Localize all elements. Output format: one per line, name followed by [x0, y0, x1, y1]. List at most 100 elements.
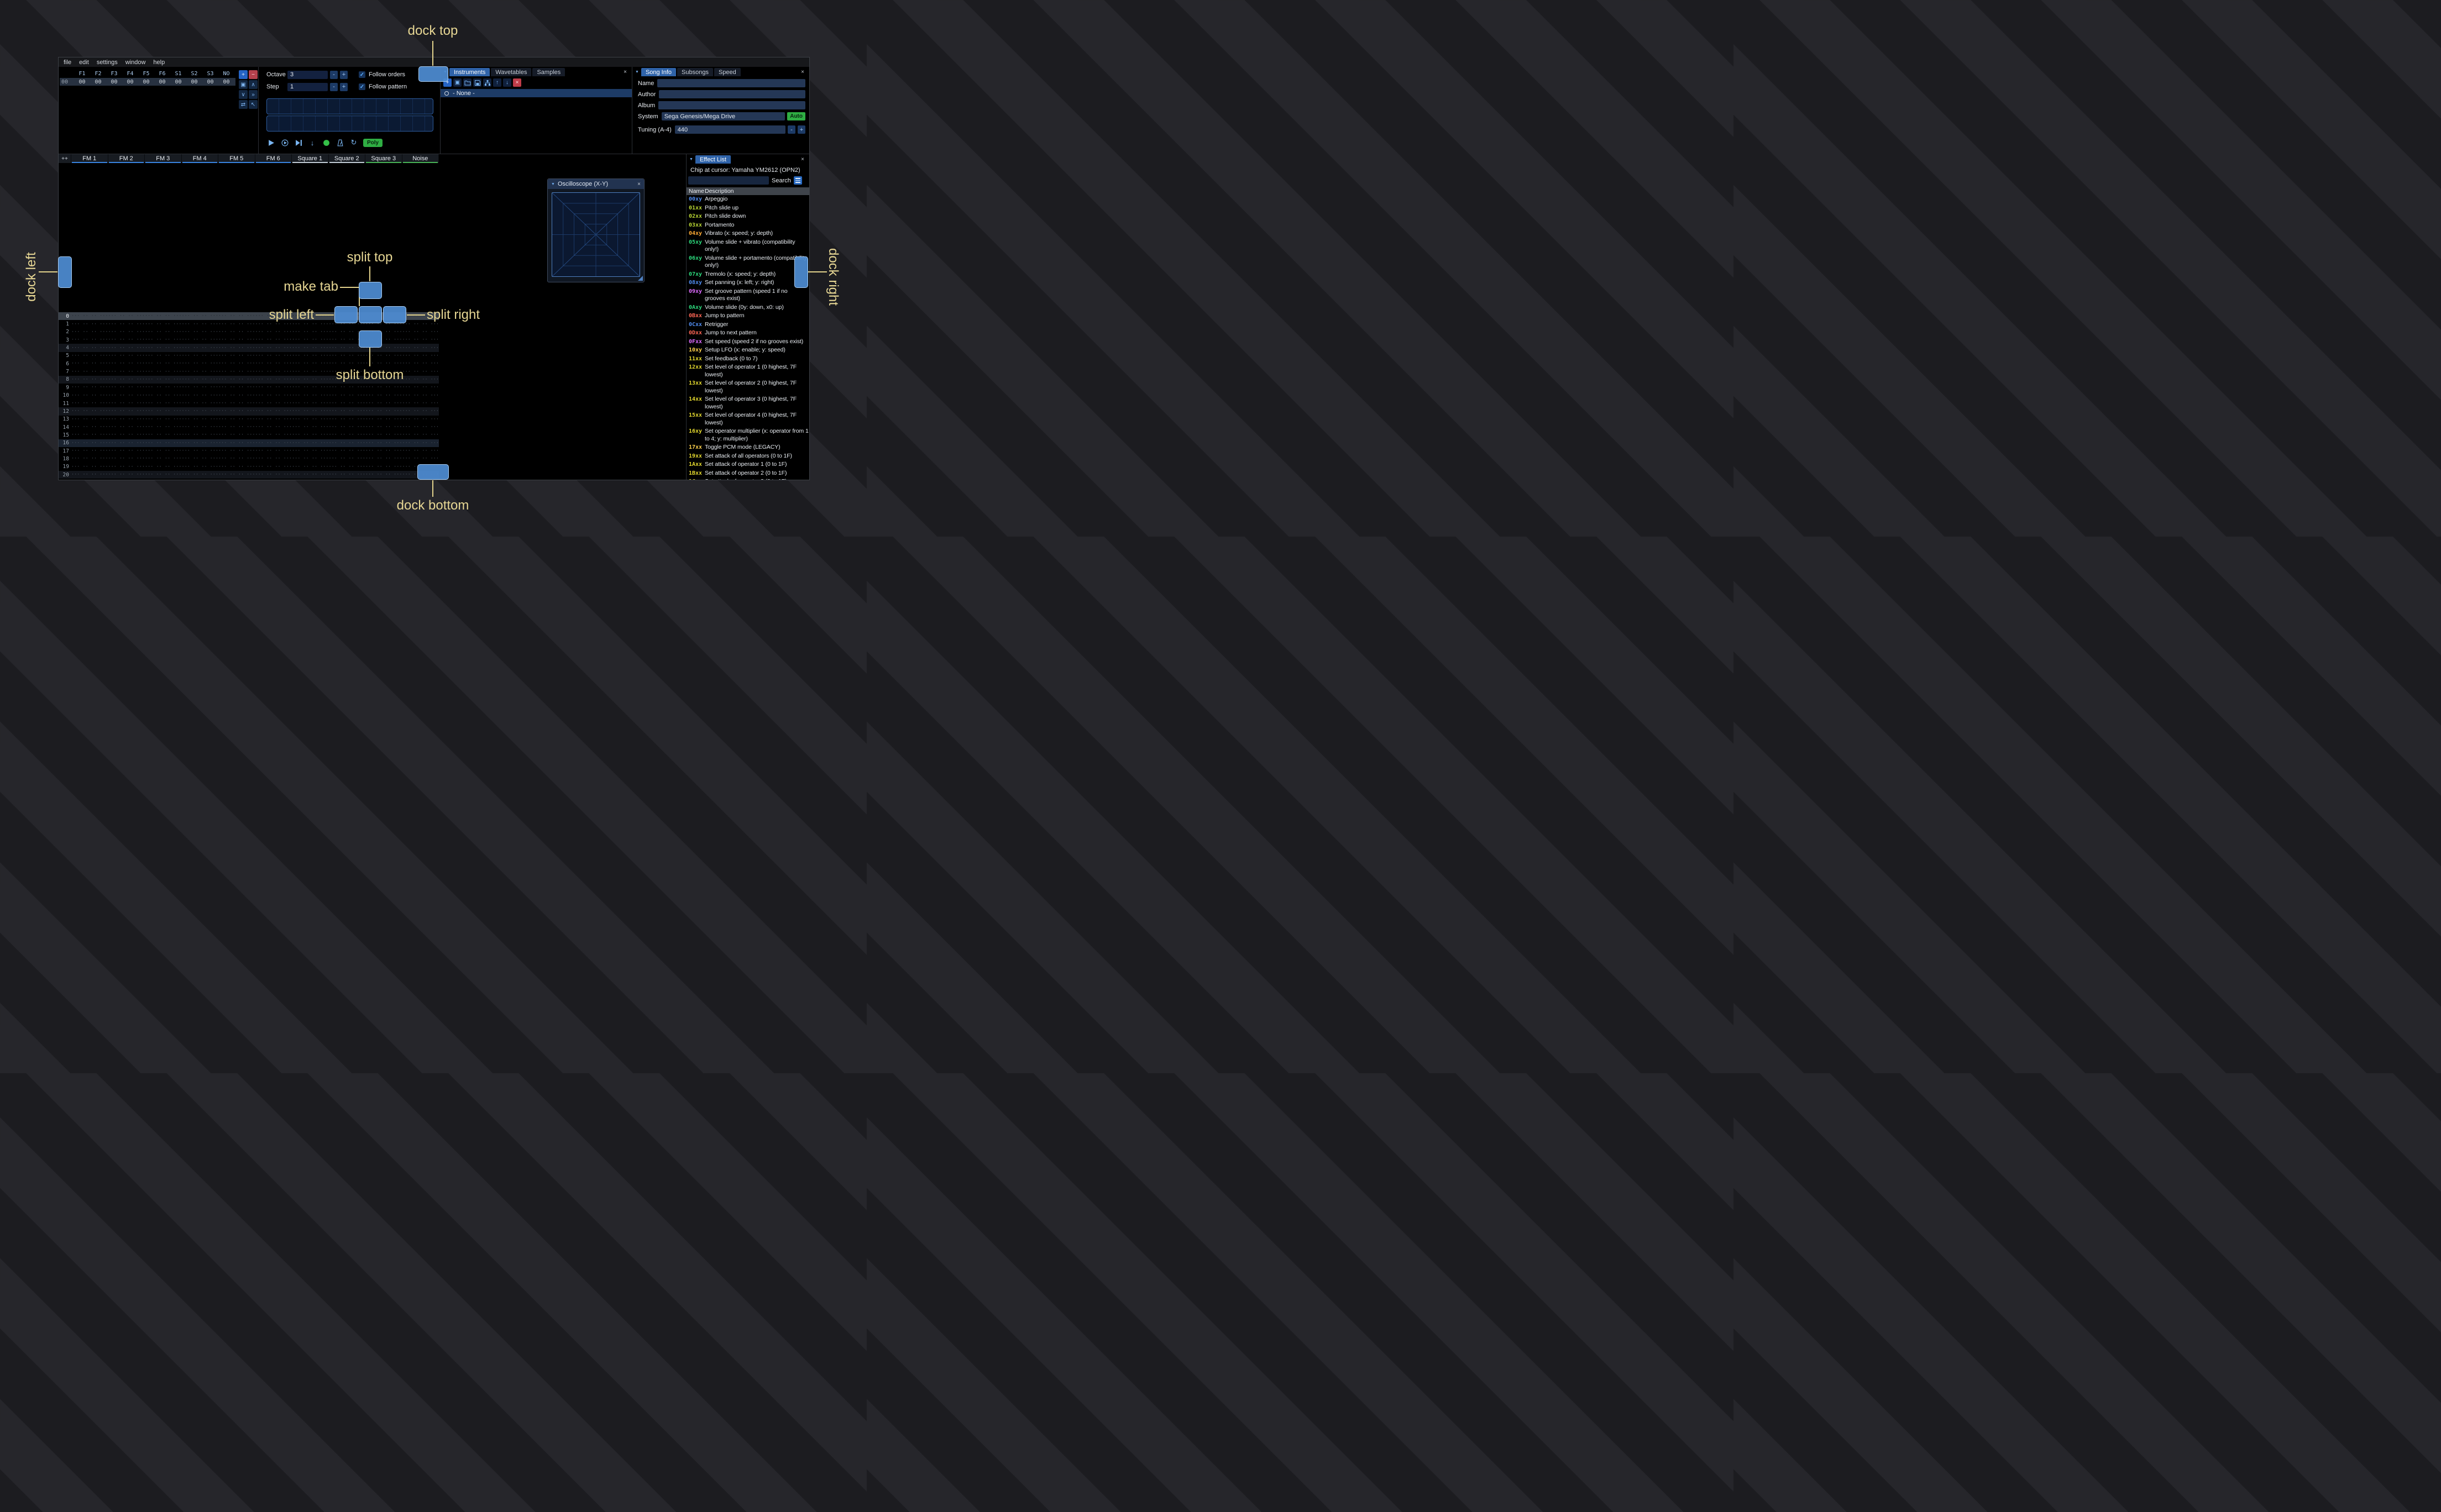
pattern-cell[interactable]: ··· ·· ·· ···· — [108, 456, 145, 461]
tab-speed[interactable]: Speed — [714, 68, 741, 76]
pattern-cell[interactable]: ··· ·· ·· ···· — [182, 448, 219, 454]
sort-instruments-button[interactable] — [483, 78, 491, 87]
pattern-cell[interactable]: ··· ·· ·· ···· — [255, 385, 292, 390]
step-increase-button[interactable]: + — [340, 82, 348, 91]
pattern-cell[interactable]: ··· ·· ·· ···· — [329, 424, 366, 430]
play-pattern-button[interactable] — [280, 138, 289, 147]
pattern-cell[interactable]: ··· ·· ·· ···· — [145, 322, 182, 327]
pattern-cell[interactable]: ··· ·· ·· ···· — [145, 353, 182, 359]
pattern-cell[interactable]: ··· ·· ·· ···· — [182, 472, 219, 477]
pattern-cell[interactable]: ··· ·· ·· ···· — [182, 393, 219, 398]
pattern-cell[interactable]: ··· ·· ·· ···· — [292, 456, 329, 461]
pattern-cell[interactable]: ··· ·· ·· ···· — [71, 385, 108, 390]
pattern-cell[interactable]: ··· ·· ·· ···· — [329, 472, 366, 477]
pattern-cell[interactable]: ··· ·· ·· ···· — [218, 353, 255, 359]
pattern-cell[interactable]: ··· ·· ·· ···· — [402, 385, 439, 390]
deep-clone-order-button[interactable]: » — [249, 90, 258, 99]
pattern-cell[interactable]: ··· ·· ·· ···· — [292, 448, 329, 454]
pattern-cell[interactable]: ··· ·· ·· ···· — [292, 424, 329, 430]
pattern-cell[interactable]: ··· ·· ·· ···· — [182, 464, 219, 470]
pattern-cell[interactable]: ··· ·· ·· ···· — [292, 393, 329, 398]
order-cell[interactable]: 00 — [122, 79, 138, 85]
menu-settings[interactable]: settings — [97, 59, 118, 66]
pattern-cell[interactable]: ··· ·· ·· ···· — [108, 440, 145, 446]
pattern-cell[interactable]: ··· ·· ·· ···· — [108, 385, 145, 390]
pattern-cell[interactable]: ··· ·· ·· ···· — [182, 377, 219, 382]
pattern-cell[interactable]: ··· ·· ·· ···· — [365, 353, 402, 359]
pattern-cell[interactable]: ··· ·· ·· ···· — [255, 393, 292, 398]
pattern-cell[interactable]: ··· ·· ·· ···· — [71, 329, 108, 335]
pattern-cell[interactable]: ··· ·· ·· ···· — [329, 464, 366, 470]
pattern-cell[interactable]: ··· ·· ·· ···· — [71, 440, 108, 446]
tuning-decrease-button[interactable]: - — [788, 125, 795, 134]
pattern-cell[interactable]: ··· ·· ·· ···· — [402, 361, 439, 366]
pattern-cell[interactable]: ··· ·· ·· ···· — [71, 401, 108, 406]
pattern-cell[interactable]: ··· ·· ·· ···· — [182, 401, 219, 406]
channel-header-square-3[interactable]: Square 3 — [365, 154, 402, 163]
pattern-cell[interactable]: ··· ·· ·· ···· — [218, 313, 255, 319]
pattern-cell[interactable]: ··· ·· ·· ···· — [218, 393, 255, 398]
pattern-cell[interactable]: ··· ·· ·· ···· — [329, 440, 366, 446]
pattern-cell[interactable]: ··· ·· ·· ···· — [145, 401, 182, 406]
pattern-cell[interactable]: ··· ·· ·· ···· — [365, 385, 402, 390]
pattern-cell[interactable]: ··· ·· ·· ···· — [182, 369, 219, 375]
pattern-cell[interactable]: ··· ·· ·· ···· — [182, 329, 219, 335]
order-cell[interactable]: 00 — [106, 79, 122, 85]
play-row-button[interactable] — [294, 138, 303, 147]
pattern-cell[interactable]: ··· ·· ·· ···· — [402, 377, 439, 382]
pattern-cell[interactable]: ··· ·· ·· ···· — [71, 448, 108, 454]
order-cell[interactable]: 00 — [138, 79, 154, 85]
save-instrument-button[interactable] — [473, 78, 481, 87]
menu-edit[interactable]: edit — [79, 59, 89, 66]
collapse-icon[interactable]: ▼ — [689, 158, 693, 161]
pattern-cell[interactable]: ··· ·· ·· ···· — [145, 345, 182, 351]
pattern-cell[interactable]: ··· ·· ·· ···· — [255, 337, 292, 343]
pattern-cell[interactable]: ··· ·· ·· ···· — [255, 345, 292, 351]
pattern-cell[interactable]: ··· ·· ·· ···· — [145, 440, 182, 446]
pattern-cell[interactable]: ··· ·· ·· ···· — [145, 432, 182, 438]
tab-wavetables[interactable]: Wavetables — [491, 68, 532, 76]
pattern-cell[interactable]: ··· ·· ·· ···· — [365, 361, 402, 366]
follow-orders-checkbox[interactable]: ✓ — [359, 71, 365, 78]
pattern-cell[interactable]: ··· ·· ·· ···· — [255, 369, 292, 375]
move-order-down-button[interactable]: ∨ — [239, 90, 248, 99]
pattern-cell[interactable]: ··· ·· ·· ···· — [218, 377, 255, 382]
move-instrument-up-button[interactable]: ↑ — [493, 78, 501, 87]
pattern-cell[interactable]: ··· ·· ·· ···· — [71, 369, 108, 375]
channel-header-noise[interactable]: Noise — [402, 154, 439, 163]
author-input[interactable] — [659, 90, 805, 98]
oscilloscope-title-bar[interactable]: ▼ Oscilloscope (X-Y) × — [548, 179, 644, 189]
pattern-cell[interactable]: ··· ·· ·· ···· — [182, 417, 219, 422]
pattern-cell[interactable]: ··· ·· ·· ···· — [218, 369, 255, 375]
pattern-cell[interactable]: ··· ·· ·· ···· — [218, 337, 255, 343]
pattern-cell[interactable]: ··· ·· ·· ···· — [218, 456, 255, 461]
order-cell[interactable]: 00 — [154, 79, 170, 85]
pattern-cell[interactable]: ··· ·· ·· ···· — [329, 361, 366, 366]
pattern-cell[interactable]: ··· ·· ·· ···· — [182, 385, 219, 390]
pattern-cell[interactable]: ··· ·· ·· ···· — [108, 424, 145, 430]
pattern-cell[interactable]: ··· ·· ·· ···· — [218, 448, 255, 454]
pattern-cell[interactable]: ··· ·· ·· ···· — [292, 432, 329, 438]
tuning-input[interactable]: 440 — [674, 125, 785, 134]
tab-effect-list[interactable]: Effect List — [695, 155, 731, 164]
split-bottom-target[interactable] — [359, 330, 382, 348]
polyphony-button[interactable]: Poly — [363, 138, 383, 147]
pattern-cell[interactable]: ··· ·· ·· ···· — [292, 369, 329, 375]
pattern-cell[interactable]: ··· ·· ·· ···· — [108, 337, 145, 343]
pattern-cell[interactable]: ··· ·· ·· ···· — [145, 448, 182, 454]
pattern-cell[interactable]: ··· ·· ·· ···· — [402, 432, 439, 438]
channel-header-fm-1[interactable]: FM 1 — [71, 154, 108, 163]
pattern-cell[interactable]: ··· ·· ·· ···· — [365, 456, 402, 461]
pattern-cell[interactable]: ··· ·· ·· ···· — [182, 345, 219, 351]
pattern-cell[interactable]: ··· ·· ·· ···· — [145, 424, 182, 430]
pattern-cell[interactable]: ··· ·· ·· ···· — [108, 345, 145, 351]
pattern-cell[interactable]: ··· ·· ·· ···· — [71, 393, 108, 398]
pattern-cell[interactable]: ··· ·· ·· ···· — [108, 393, 145, 398]
pattern-cell[interactable]: ··· ·· ·· ···· — [402, 440, 439, 446]
pattern-cell[interactable]: ··· ·· ·· ···· — [292, 377, 329, 382]
pattern-cell[interactable]: ··· ·· ·· ···· — [402, 369, 439, 375]
order-cell[interactable]: 00 — [202, 79, 218, 85]
step-input[interactable]: 1 — [287, 82, 328, 91]
channel-header-fm-3[interactable]: FM 3 — [145, 154, 182, 163]
menu-help[interactable]: help — [153, 59, 165, 66]
